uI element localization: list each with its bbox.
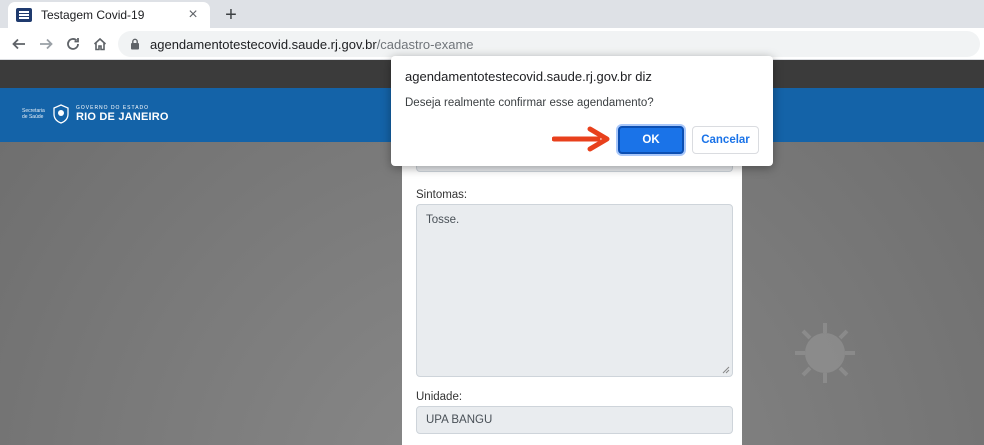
symptoms-label: Sintomas: <box>416 189 468 201</box>
close-icon[interactable]: × <box>184 6 202 24</box>
home-icon[interactable] <box>89 33 111 55</box>
url-path: /cadastro-exame <box>376 36 474 52</box>
forward-icon[interactable] <box>35 33 57 55</box>
secretaria-text: Secretaria de Saúde <box>22 108 45 120</box>
arrow-icon <box>552 126 610 152</box>
virus-icon <box>795 323 855 383</box>
address-bar[interactable]: agendamentotestecovid.saude.rj.gov.br/ca… <box>118 31 980 57</box>
tab-title: Testagem Covid-19 <box>41 8 145 22</box>
dialog-message: Deseja realmente confirmar esse agendame… <box>405 97 654 109</box>
symptoms-value: Tosse. <box>426 214 460 226</box>
tab-strip: Testagem Covid-19 × + <box>0 0 984 28</box>
unit-select[interactable]: UPA BANGU <box>416 406 733 434</box>
back-icon[interactable] <box>8 33 30 55</box>
unit-value: UPA BANGU <box>426 414 493 426</box>
url-host: agendamentotestecovid.saude.rj.gov.br <box>150 36 377 52</box>
resize-icon[interactable] <box>722 366 730 374</box>
dialog-title: agendamentotestecovid.saude.rj.gov.br di… <box>405 69 652 84</box>
symptoms-textarea[interactable]: Tosse. <box>416 204 733 377</box>
unit-label: Unidade: <box>416 391 463 403</box>
plus-icon[interactable]: + <box>220 4 242 26</box>
ok-button[interactable]: OK <box>618 126 684 154</box>
cancel-button[interactable]: Cancelar <box>692 126 759 154</box>
form-card: Sintomas: Tosse. Unidade: UPA BANGU <box>402 142 742 445</box>
gov-logo[interactable]: Secretaria de Saúde GOVERNO DO ESTADO RI… <box>22 104 169 124</box>
browser-tab[interactable]: Testagem Covid-19 × <box>8 2 210 28</box>
reload-icon[interactable] <box>62 33 84 55</box>
lock-icon[interactable] <box>128 37 142 51</box>
gov-name-text: RIO DE JANEIRO <box>76 111 169 123</box>
seal-icon <box>53 104 69 124</box>
favicon-icon <box>16 8 32 22</box>
